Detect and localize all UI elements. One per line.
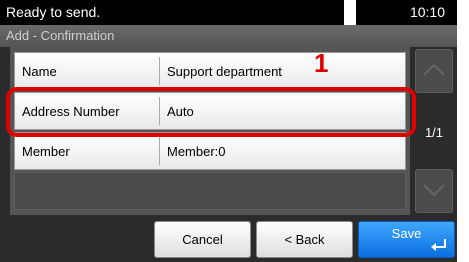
chevron-down-icon — [423, 184, 445, 197]
page-indicator: 1/1 — [424, 125, 444, 140]
bottom-action-bar: Cancel < Back Save — [0, 215, 457, 262]
row-divider — [159, 137, 160, 165]
status-time: 10:10 — [409, 4, 445, 20]
chevron-up-icon — [423, 63, 445, 76]
status-bar: Ready to send. 10:10 — [0, 0, 457, 25]
scroll-down-button[interactable] — [415, 169, 453, 213]
device-panel-screen: Ready to send. 10:10 Add - Confirmation … — [0, 0, 457, 262]
row-value: Member:0 — [167, 144, 226, 159]
row-name[interactable]: Name Support department — [14, 52, 406, 90]
row-empty — [14, 172, 406, 210]
status-message: Ready to send. — [6, 4, 101, 20]
cancel-button[interactable]: Cancel — [154, 221, 251, 258]
row-divider — [159, 57, 160, 85]
annotation-highlight-box — [6, 87, 416, 137]
row-value: Support department — [167, 64, 282, 79]
status-separator — [344, 0, 356, 25]
row-label: Name — [22, 64, 57, 79]
save-button[interactable]: Save — [358, 221, 455, 258]
title-bar: Add - Confirmation — [0, 25, 457, 47]
scroll-up-button[interactable] — [415, 49, 453, 93]
screen-title: Add - Confirmation — [6, 28, 115, 43]
annotation-step-number: 1 — [314, 48, 329, 78]
row-member[interactable]: Member Member:0 — [14, 132, 406, 170]
cancel-label: Cancel — [182, 232, 223, 247]
scroll-column: 1/1 — [411, 47, 457, 215]
enter-return-icon — [431, 239, 446, 251]
row-label: Member — [22, 144, 70, 159]
back-label: < Back — [284, 232, 325, 247]
back-button[interactable]: < Back — [256, 221, 353, 258]
